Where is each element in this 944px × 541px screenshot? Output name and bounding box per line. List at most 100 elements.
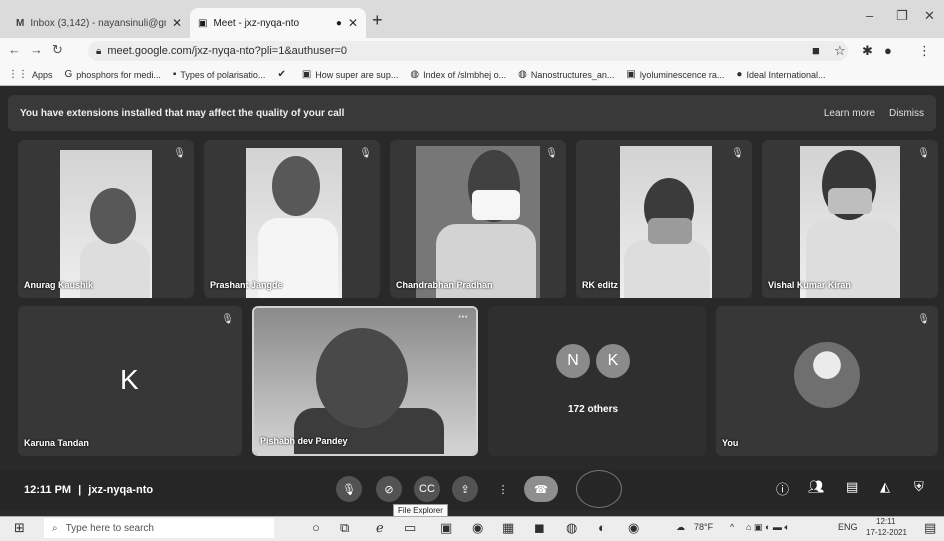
reload-icon[interactable]: ↻: [52, 42, 63, 58]
bookmark-item[interactable]: ▣ How super are sup...: [302, 69, 399, 80]
lock-icon: 🔒︎: [96, 45, 102, 57]
participant-name: Karuna Tandan: [24, 438, 89, 448]
person-icon: [316, 328, 408, 428]
more-vert-icon: ⋮: [497, 483, 509, 496]
person-icon: [272, 156, 320, 216]
person-icon: [90, 188, 136, 244]
mic-muted-icon: 🎙︎: [359, 148, 372, 159]
mic-muted-icon: 🎙︎: [221, 314, 234, 325]
others-avatar: K: [596, 344, 630, 378]
tab-gmail[interactable]: M Inbox (3,142) - nayansinuli@gm ✕: [8, 8, 190, 38]
tray-icons[interactable]: ⌂ ▣ ◐ ▬ 🔈︎: [746, 522, 790, 533]
participant-tile[interactable]: K 🎙︎ Karuna Tandan: [18, 306, 242, 456]
camera-off-icon: ⊘: [384, 483, 394, 496]
app-icon[interactable]: ◼: [534, 520, 545, 536]
back-icon[interactable]: ←: [8, 42, 21, 57]
bookmark-item[interactable]: ▪ Types of polarisatio...: [173, 69, 266, 80]
forward-icon[interactable]: →: [30, 42, 43, 57]
participant-tile-active-speaker[interactable]: ⋯ Pishabh dev Pandey: [252, 306, 478, 456]
participant-tile[interactable]: 🎙︎ Vishal Kumar Kiran: [762, 140, 938, 298]
bookmark-item[interactable]: ◍ Nanostructures_an...: [518, 69, 614, 80]
tab-meet[interactable]: ▣ Meet - jxz-nyqa-nto ● ✕: [190, 8, 366, 38]
taskbar-search-box[interactable]: ⌕ Type here to search: [44, 518, 274, 538]
restore-button[interactable]: ❐: [896, 8, 908, 24]
close-icon[interactable]: ✕: [172, 16, 182, 30]
others-tile[interactable]: N K 172 others: [488, 306, 706, 456]
participant-tile[interactable]: 🎙︎ Chandrabhan Pradhan: [390, 140, 566, 298]
tab-title: Meet - jxz-nyqa-nto: [213, 17, 300, 29]
new-tab-button[interactable]: +: [372, 10, 383, 31]
bookmark-apps[interactable]: ⋮⋮ Apps: [8, 69, 53, 80]
meet-icon: ▣: [198, 17, 208, 29]
participant-tile[interactable]: 🎙︎ Anurag Kaushik: [18, 140, 194, 298]
chrome-icon[interactable]: ◍: [566, 520, 577, 536]
window-close-button[interactable]: ✕: [924, 8, 935, 24]
cortana-icon[interactable]: ○: [312, 520, 320, 535]
participant-name: Chandrabhan Pradhan: [396, 280, 493, 290]
profile-icon[interactable]: ●: [884, 43, 892, 58]
participant-name: You: [722, 438, 739, 448]
check-icon: ✔: [277, 69, 286, 80]
others-avatar: N: [556, 344, 590, 378]
banner-text: You have extensions installed that may a…: [20, 107, 345, 119]
dismiss-button[interactable]: Dismiss: [889, 108, 924, 119]
minimize-button[interactable]: –: [866, 8, 873, 23]
app-icon[interactable]: ◉: [472, 520, 483, 536]
meeting-code: jxz-nyqa-nto: [88, 484, 154, 496]
extension-icon[interactable]: ✱: [862, 43, 873, 59]
extensions-banner: You have extensions installed that may a…: [8, 95, 936, 131]
captions-button[interactable]: CC: [414, 476, 440, 502]
file-explorer-icon[interactable]: ▭: [404, 520, 416, 536]
participant-name: Pishabh dev Pandey: [260, 436, 348, 446]
tab-title: Inbox (3,142) - nayansinuli@gm: [30, 17, 166, 29]
participant-name: Vishal Kumar Kiran: [768, 280, 851, 290]
mic-muted-icon: 🎙︎: [731, 148, 744, 159]
camera-button[interactable]: ⊘: [376, 476, 402, 502]
participant-tile[interactable]: 🎙︎ RK editz: [576, 140, 752, 298]
others-count: 172 others: [568, 404, 619, 415]
address-bar[interactable]: 🔒︎ meet.google.com/jxz-nyqa-nto?pli=1&au…: [88, 41, 848, 61]
self-tile[interactable]: 🎙︎ You: [716, 306, 938, 456]
notifications-icon[interactable]: ▤: [924, 520, 936, 536]
learn-more-link[interactable]: Learn more: [824, 108, 875, 119]
activities-icon[interactable]: ◭: [880, 479, 890, 495]
camera-indicator-icon[interactable]: ■: [812, 43, 820, 58]
more-options-icon[interactable]: ⋯: [458, 312, 468, 323]
microphone-button[interactable]: 🎙︎: [336, 476, 362, 502]
bookmark-item[interactable]: ✔: [277, 69, 289, 80]
page-icon: ▣: [301, 69, 312, 80]
url-text: meet.google.com/jxz-nyqa-nto?pli=1&authu…: [107, 45, 348, 57]
leave-call-button[interactable]: ☎: [524, 476, 558, 502]
present-button[interactable]: ⇪: [452, 476, 478, 502]
participant-tile[interactable]: 🎙︎ Prashant Jangde: [204, 140, 380, 298]
edge-icon[interactable]: ℯ: [376, 520, 384, 536]
info-icon[interactable]: ⓘ: [776, 479, 789, 498]
participant-name: Prashant Jangde: [210, 280, 283, 290]
app-icon[interactable]: ▣: [440, 520, 452, 536]
chrome-icon[interactable]: ◉: [628, 520, 639, 536]
bookmark-item[interactable]: ● Ideal International...: [736, 69, 825, 80]
star-icon[interactable]: ☆: [834, 43, 846, 59]
globe-icon: ◍: [518, 69, 527, 80]
close-icon[interactable]: ✕: [348, 16, 358, 30]
more-options-button[interactable]: ⋮: [490, 476, 516, 502]
tray-up-icon[interactable]: ^: [730, 522, 734, 532]
face-mask: [648, 218, 692, 244]
host-controls-icon[interactable]: ⛨: [914, 479, 924, 495]
bookmark-item[interactable]: ▣ lyoluminescence ra...: [626, 69, 724, 80]
weather-temp: 78°F: [694, 522, 714, 532]
bookmark-item[interactable]: ◍ Index of /slmbhej o...: [410, 69, 506, 80]
language-indicator[interactable]: ENG: [838, 522, 858, 532]
app-icon[interactable]: ◐: [598, 520, 606, 535]
clock-time[interactable]: 12:11: [876, 517, 895, 526]
mic-muted-icon: 🎙︎: [917, 314, 930, 325]
participant-initial: K: [120, 364, 139, 395]
windows-start-icon[interactable]: ⊞: [14, 520, 25, 536]
chat-icon[interactable]: ▤: [846, 479, 858, 495]
menu-icon[interactable]: ⋮: [918, 43, 931, 59]
clock-date[interactable]: 17-12-2021: [866, 528, 907, 537]
people-icon[interactable]: 👥︎: [808, 479, 825, 495]
app-icon[interactable]: ▦: [502, 520, 514, 536]
task-view-icon[interactable]: ⧉: [340, 520, 349, 536]
bookmark-item[interactable]: Gphosphors for medi...: [65, 69, 161, 80]
